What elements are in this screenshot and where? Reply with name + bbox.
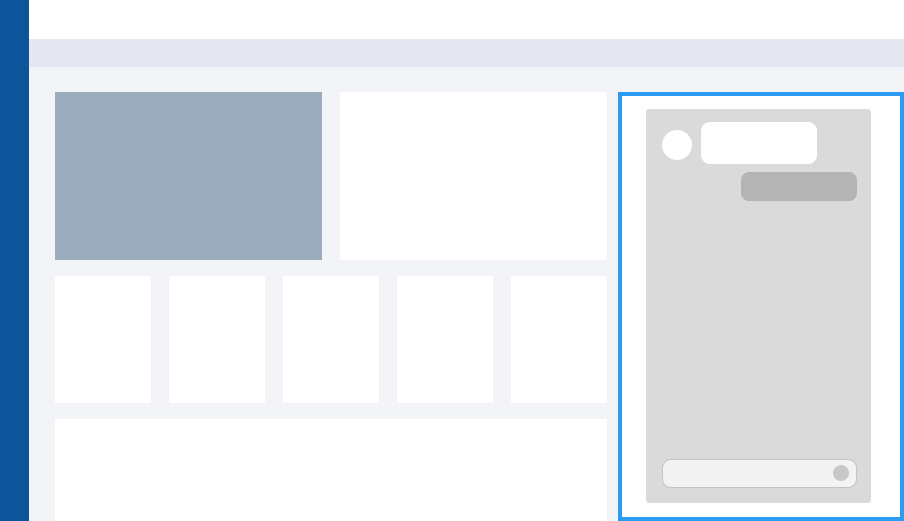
chat-panel — [646, 109, 871, 503]
hero-card — [340, 92, 607, 260]
hero-image-placeholder — [55, 92, 322, 260]
dashboard-tile-1[interactable] — [55, 276, 151, 403]
dashboard-tile-3[interactable] — [283, 276, 379, 403]
outgoing-message-bubble — [741, 172, 857, 201]
dashboard-tile-2[interactable] — [169, 276, 265, 403]
dashboard-tile-5[interactable] — [511, 276, 607, 403]
dashboard-tile-4[interactable] — [397, 276, 493, 403]
content-panel — [55, 419, 607, 521]
top-header-bar — [29, 0, 904, 39]
left-sidebar-rail — [0, 0, 29, 521]
send-icon[interactable] — [833, 465, 849, 481]
secondary-toolbar — [29, 39, 904, 67]
chat-avatar — [662, 130, 692, 160]
chat-message-input[interactable] — [662, 459, 857, 488]
incoming-message-bubble — [701, 122, 817, 164]
